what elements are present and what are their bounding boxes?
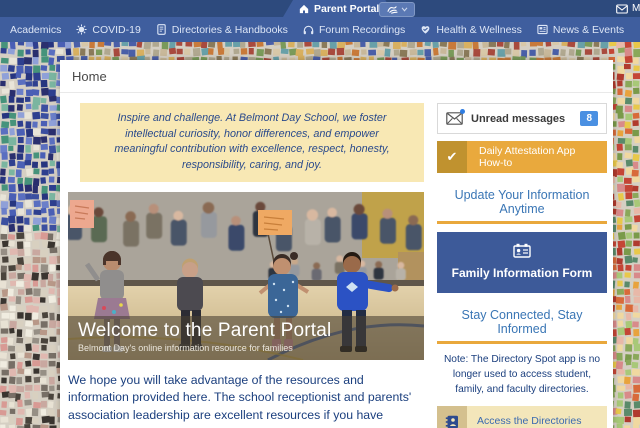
messages-label: Mess — [632, 3, 640, 14]
nav-label: Academics — [10, 24, 61, 36]
button-label: Family Information Form — [452, 266, 593, 280]
main-nav: Academics COVID-19 Directories & Handboo… — [0, 17, 640, 42]
book-icon — [156, 24, 167, 35]
nav-item-academics[interactable]: Academics — [10, 24, 61, 36]
update-info-heading: Update Your Information Anytime — [437, 188, 607, 216]
nav-item-covid19[interactable]: COVID-19 — [76, 24, 140, 36]
breadcrumb: Home — [60, 60, 613, 93]
nav-label: Forum Recordings — [319, 24, 405, 36]
gold-divider — [437, 341, 607, 344]
house-icon — [299, 4, 309, 14]
unread-count-badge: 8 — [580, 111, 598, 126]
school-switcher-dropdown[interactable] — [379, 2, 415, 17]
envelope-icon — [616, 4, 628, 14]
unread-label: Unread messages — [471, 113, 565, 125]
unread-messages-card[interactable]: Unread messages 8 — [437, 103, 607, 134]
school-logo — [387, 5, 398, 14]
nav-item-forum-recordings[interactable]: Forum Recordings — [303, 24, 405, 36]
chevron-down-icon — [401, 7, 408, 12]
main-column: Inspire and challenge. At Belmont Day Sc… — [68, 103, 424, 428]
headphones-icon — [303, 24, 314, 35]
intro-paragraph: We hope you will take advantage of the r… — [68, 372, 424, 428]
nav-label: Health & Wellness — [436, 24, 522, 36]
stay-connected-heading: Stay Connected, Stay Informed — [437, 308, 607, 336]
family-information-form-button[interactable]: Family Information Form — [437, 232, 607, 293]
hero-subtitle: Belmont Day's online information resourc… — [78, 343, 414, 353]
link-label: Daily Attestation App How-to — [467, 141, 607, 173]
daily-attestation-button[interactable]: ✔ Daily Attestation App How-to — [437, 141, 607, 173]
hero-title: Welcome to the Parent Portal — [78, 320, 414, 343]
nav-label: News & Events — [553, 24, 624, 36]
envelope-icon — [446, 112, 463, 125]
link-label: Access the Directories — [467, 406, 591, 428]
notification-dot — [460, 109, 465, 114]
top-bar: Parent Portal Mess — [0, 0, 640, 17]
nav-label: COVID-19 — [92, 24, 140, 36]
nav-label: Directories & Handbooks — [172, 24, 288, 36]
directory-spot-note: Note: The Directory Spot app is no longe… — [439, 353, 605, 397]
content-panel: Home Inspire and challenge. At Belmont D… — [60, 60, 613, 428]
nav-item-health-wellness[interactable]: Health & Wellness — [420, 24, 522, 36]
portal-title: Parent Portal — [314, 3, 379, 15]
hero-photo: Welcome to the Parent Portal Belmont Day… — [68, 192, 424, 360]
sidebar: Unread messages 8 ✔ Daily Attestation Ap… — [437, 103, 607, 428]
messages-button[interactable]: Mess — [616, 0, 640, 17]
parent-portal-page: Parent Portal Mess Academics COVID-19 Di… — [0, 0, 640, 428]
heart-icon — [420, 24, 431, 35]
address-book-icon — [437, 406, 467, 428]
hero-caption-overlay: Welcome to the Parent Portal Belmont Day… — [68, 316, 424, 360]
newspaper-icon — [537, 24, 548, 35]
mission-quote: Inspire and challenge. At Belmont Day Sc… — [80, 103, 424, 182]
id-card-icon — [513, 243, 531, 258]
access-directories-link[interactable]: Access the Directories — [437, 406, 607, 428]
virus-icon — [76, 24, 87, 35]
gold-divider — [437, 221, 607, 224]
nav-item-directories-handbooks[interactable]: Directories & Handbooks — [156, 24, 288, 36]
check-icon: ✔ — [437, 141, 467, 173]
nav-item-news-events[interactable]: News & Events — [537, 24, 624, 36]
